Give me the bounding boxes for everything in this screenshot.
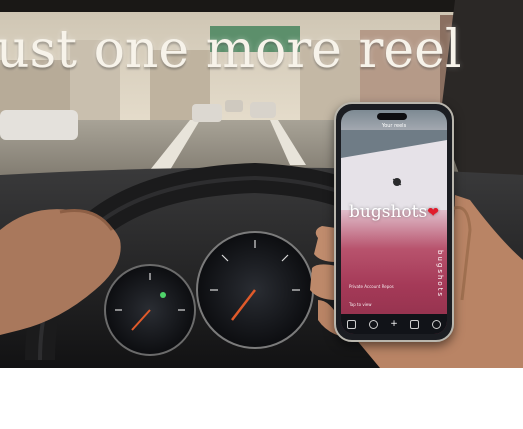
reels-icon[interactable]: [410, 319, 420, 329]
right-thumb: [314, 226, 336, 262]
reel-video-frame: [341, 130, 447, 210]
phone-notch: [377, 113, 407, 120]
home-icon[interactable]: [347, 319, 357, 329]
reels-top-label: Your reels: [381, 123, 407, 129]
reel-caption-account[interactable]: Private Account Repos: [349, 284, 394, 289]
car-left: [0, 110, 78, 140]
profile-icon[interactable]: [431, 319, 441, 329]
phone-bottom-nav: +: [341, 314, 447, 334]
reel-vertical-text: bugshots: [436, 250, 444, 299]
plus-icon[interactable]: +: [390, 319, 398, 329]
reel-caption-action[interactable]: Tap to view: [349, 302, 372, 307]
reel-overlay-word: bugshots: [349, 202, 428, 222]
phone-screen: Your reels bugshots❤ bugshots Private Ac…: [341, 110, 447, 334]
top-strip: [0, 0, 523, 12]
headline-text: ust one more reel: [0, 20, 462, 80]
reel-overlay-text: bugshots❤: [349, 202, 439, 222]
search-icon[interactable]: [368, 319, 378, 329]
heart-icon: ❤: [427, 205, 439, 221]
smartphone: Your reels bugshots❤ bugshots Private Ac…: [334, 102, 454, 342]
